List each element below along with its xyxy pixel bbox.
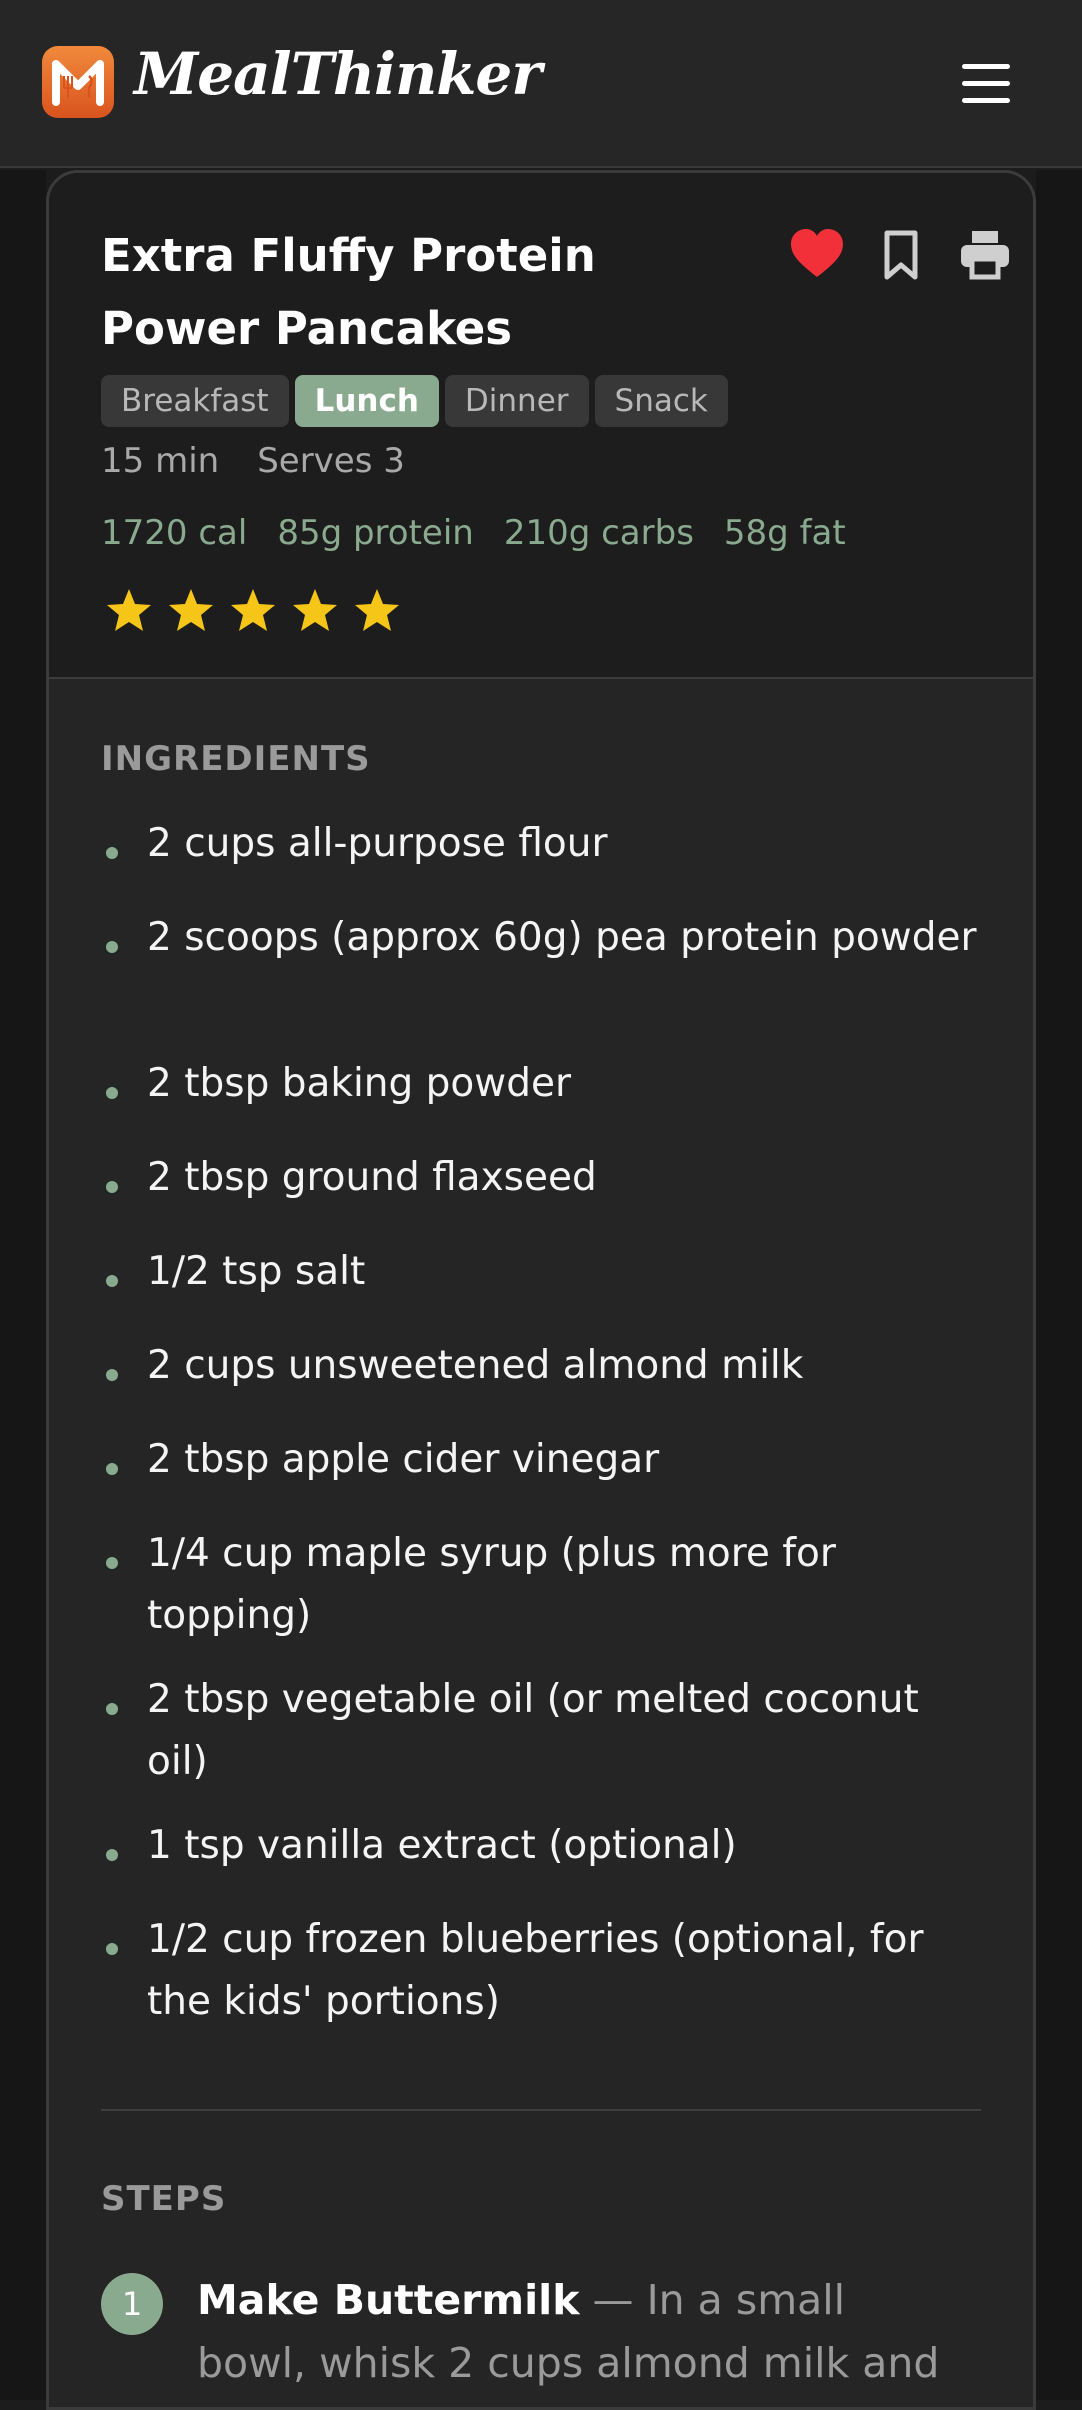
step-separator: —	[579, 2276, 647, 2324]
logo-icon[interactable]	[42, 46, 114, 118]
macro-calories: 1720 cal	[101, 513, 248, 553]
meal-type-tags: Breakfast Lunch Dinner Snack	[101, 375, 734, 429]
ingredient-item: 2 cups unsweetened almond milk	[101, 1335, 981, 1429]
top-bar: MealThinker	[0, 0, 1082, 168]
bullet-icon	[106, 1943, 118, 1955]
tag-lunch[interactable]: Lunch	[294, 375, 439, 427]
ingredient-item: 2 cups all-purpose flour	[101, 813, 981, 907]
bullet-icon	[106, 1557, 118, 1569]
star-icon[interactable]	[225, 583, 281, 639]
right-gutter	[1036, 170, 1082, 2400]
ingredient-item: 1/4 cup maple syrup (plus more for toppi…	[101, 1523, 981, 1669]
hamburger-menu-icon[interactable]	[956, 60, 1016, 108]
star-icon[interactable]	[287, 583, 343, 639]
ingredient-item: 2 tbsp apple cider vinegar	[101, 1429, 981, 1523]
recipe-meta: 15 min Serves 3	[101, 441, 443, 481]
ingredients-list: 2 cups all-purpose flour 2 scoops (appro…	[101, 813, 981, 2055]
ingredient-item: 1 tsp vanilla extract (optional)	[101, 1815, 981, 1909]
macro-protein: 85g protein	[277, 513, 474, 553]
bullet-icon	[106, 1275, 118, 1287]
recipe-macros: 1720 cal 85g protein 210g carbs 58g fat	[101, 513, 876, 553]
tag-dinner[interactable]: Dinner	[444, 375, 589, 427]
cook-time: 15 min	[101, 441, 220, 481]
heart-icon[interactable]	[787, 225, 847, 285]
steps-heading: STEPS	[101, 2179, 227, 2219]
tag-snack[interactable]: Snack	[594, 375, 728, 427]
star-icon[interactable]	[101, 583, 157, 639]
section-divider	[101, 2109, 981, 2111]
bullet-icon	[106, 1181, 118, 1193]
app-name[interactable]: MealThinker	[134, 40, 542, 108]
recipe-card: Extra Fluffy Protein Power Pancakes Brea…	[46, 170, 1036, 2410]
bullet-icon	[106, 1703, 118, 1715]
ingredient-item: 1/2 tsp salt	[101, 1241, 981, 1335]
ingredients-heading: INGREDIENTS	[101, 739, 371, 779]
step-number: 1	[101, 2273, 163, 2335]
bullet-icon	[106, 1849, 118, 1861]
star-icon[interactable]	[163, 583, 219, 639]
bullet-icon	[106, 1087, 118, 1099]
tag-breakfast[interactable]: Breakfast	[101, 375, 289, 427]
ingredient-item: 2 scoops (approx 60g) pea protein powder	[101, 907, 981, 1053]
ingredient-item: 2 tbsp ground flaxseed	[101, 1147, 981, 1241]
recipe-header: Extra Fluffy Protein Power Pancakes Brea…	[49, 173, 1033, 679]
recipe-title: Extra Fluffy Protein Power Pancakes	[101, 229, 596, 355]
ingredient-item: 1/2 cup frozen blueberries (optional, fo…	[101, 1909, 981, 2055]
ingredient-item: 2 tbsp vegetable oil (or melted coconut …	[101, 1669, 981, 1815]
ingredient-item: 2 tbsp baking powder	[101, 1053, 981, 1147]
printer-icon[interactable]	[955, 225, 1015, 285]
step-text: Make Buttermilk — In a small bowl, whisk…	[197, 2269, 957, 2407]
bullet-icon	[106, 847, 118, 859]
macro-carbs: 210g carbs	[503, 513, 694, 553]
bullet-icon	[106, 1463, 118, 1475]
servings: Serves 3	[257, 441, 405, 481]
bookmark-icon[interactable]	[871, 225, 931, 285]
left-gutter	[0, 170, 46, 2400]
bullet-icon	[106, 1369, 118, 1381]
star-icon[interactable]	[349, 583, 405, 639]
macro-fat: 58g fat	[723, 513, 846, 553]
bullet-icon	[106, 941, 118, 953]
step-title: Make Buttermilk	[197, 2276, 580, 2324]
